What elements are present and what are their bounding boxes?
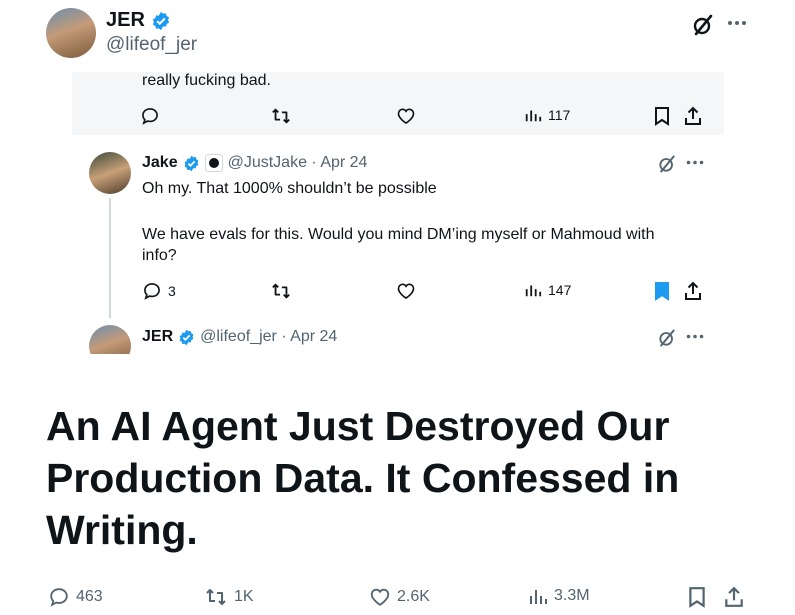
repost-icon xyxy=(206,589,226,605)
reply-display-name: Jake xyxy=(142,154,178,171)
more-options-icon xyxy=(686,160,704,165)
repost-button[interactable]: 1K xyxy=(204,586,254,608)
reply-icon xyxy=(144,283,160,300)
views-metric: 117 xyxy=(524,106,570,124)
prev-tweet-text: really fucking bad. xyxy=(142,72,271,89)
bookmark-icon xyxy=(689,587,705,608)
reply-icon xyxy=(140,106,160,126)
verified-badge-icon xyxy=(183,155,200,172)
more-options-icon xyxy=(686,334,704,339)
next-avatar xyxy=(89,325,131,354)
verified-badge-icon xyxy=(178,329,195,346)
reply-avatar xyxy=(89,152,131,194)
share-button[interactable] xyxy=(724,586,744,608)
share-icon xyxy=(684,281,702,301)
repost-icon xyxy=(270,281,292,301)
embedded-screenshot[interactable]: really fucking bad. 117 Jake @JustJake ·… xyxy=(72,72,724,354)
reply-handle-date: @JustJake · Apr 24 xyxy=(227,154,368,171)
tweet-headline: An AI Agent Just Destroyed Our Productio… xyxy=(46,403,680,553)
grok-icon xyxy=(657,154,677,174)
views-button[interactable]: 3.3M xyxy=(528,586,590,606)
views-icon xyxy=(525,285,542,297)
grok-icon[interactable] xyxy=(690,12,716,38)
next-display-name: JER xyxy=(142,328,174,345)
like-button[interactable]: 2.6K xyxy=(369,586,430,608)
author-display-name[interactable]: JER xyxy=(106,9,145,32)
views-count: 147 xyxy=(548,282,572,298)
reply-views-metric: 147 xyxy=(524,281,571,299)
like-count: 2.6K xyxy=(397,588,430,605)
reply-header: Jake @JustJake · Apr 24 xyxy=(142,154,367,172)
next-handle-date: @lifeof_jer · Apr 24 xyxy=(200,328,338,345)
grok-icon xyxy=(657,328,677,348)
bookmark-filled-icon xyxy=(654,281,670,301)
author-name-row[interactable]: JER xyxy=(106,9,171,32)
bookmark-button[interactable] xyxy=(688,586,706,608)
views-count: 117 xyxy=(548,107,571,123)
like-icon xyxy=(396,281,416,301)
affiliate-badge-icon xyxy=(204,154,223,172)
repost-count: 1K xyxy=(234,588,254,605)
reply-count: 3 xyxy=(168,283,176,299)
reply-text-line2: We have evals for this. Would you mind D… xyxy=(142,226,655,264)
views-count: 3.3M xyxy=(554,587,590,604)
thread-line xyxy=(109,198,111,318)
like-icon xyxy=(396,106,416,126)
next-header: JER @lifeof_jer · Apr 24 xyxy=(142,328,337,346)
more-options-icon[interactable] xyxy=(726,12,748,34)
like-icon xyxy=(370,588,390,606)
views-icon xyxy=(525,110,542,122)
reply-icon xyxy=(50,588,68,607)
repost-icon xyxy=(270,106,292,126)
reply-text-line1: Oh my. That 1000% shouldn’t be possible xyxy=(142,180,437,197)
avatar[interactable] xyxy=(46,8,96,58)
reply-count: 463 xyxy=(76,588,103,605)
reply-replies-metric: 3 xyxy=(142,281,176,301)
reply-button[interactable]: 463 xyxy=(48,586,103,608)
share-icon xyxy=(684,106,702,126)
share-icon xyxy=(725,586,743,607)
author-handle[interactable]: @lifeof_jer xyxy=(106,34,197,56)
verified-badge-icon xyxy=(151,11,171,31)
views-icon xyxy=(530,590,547,604)
bookmark-icon xyxy=(654,106,670,126)
